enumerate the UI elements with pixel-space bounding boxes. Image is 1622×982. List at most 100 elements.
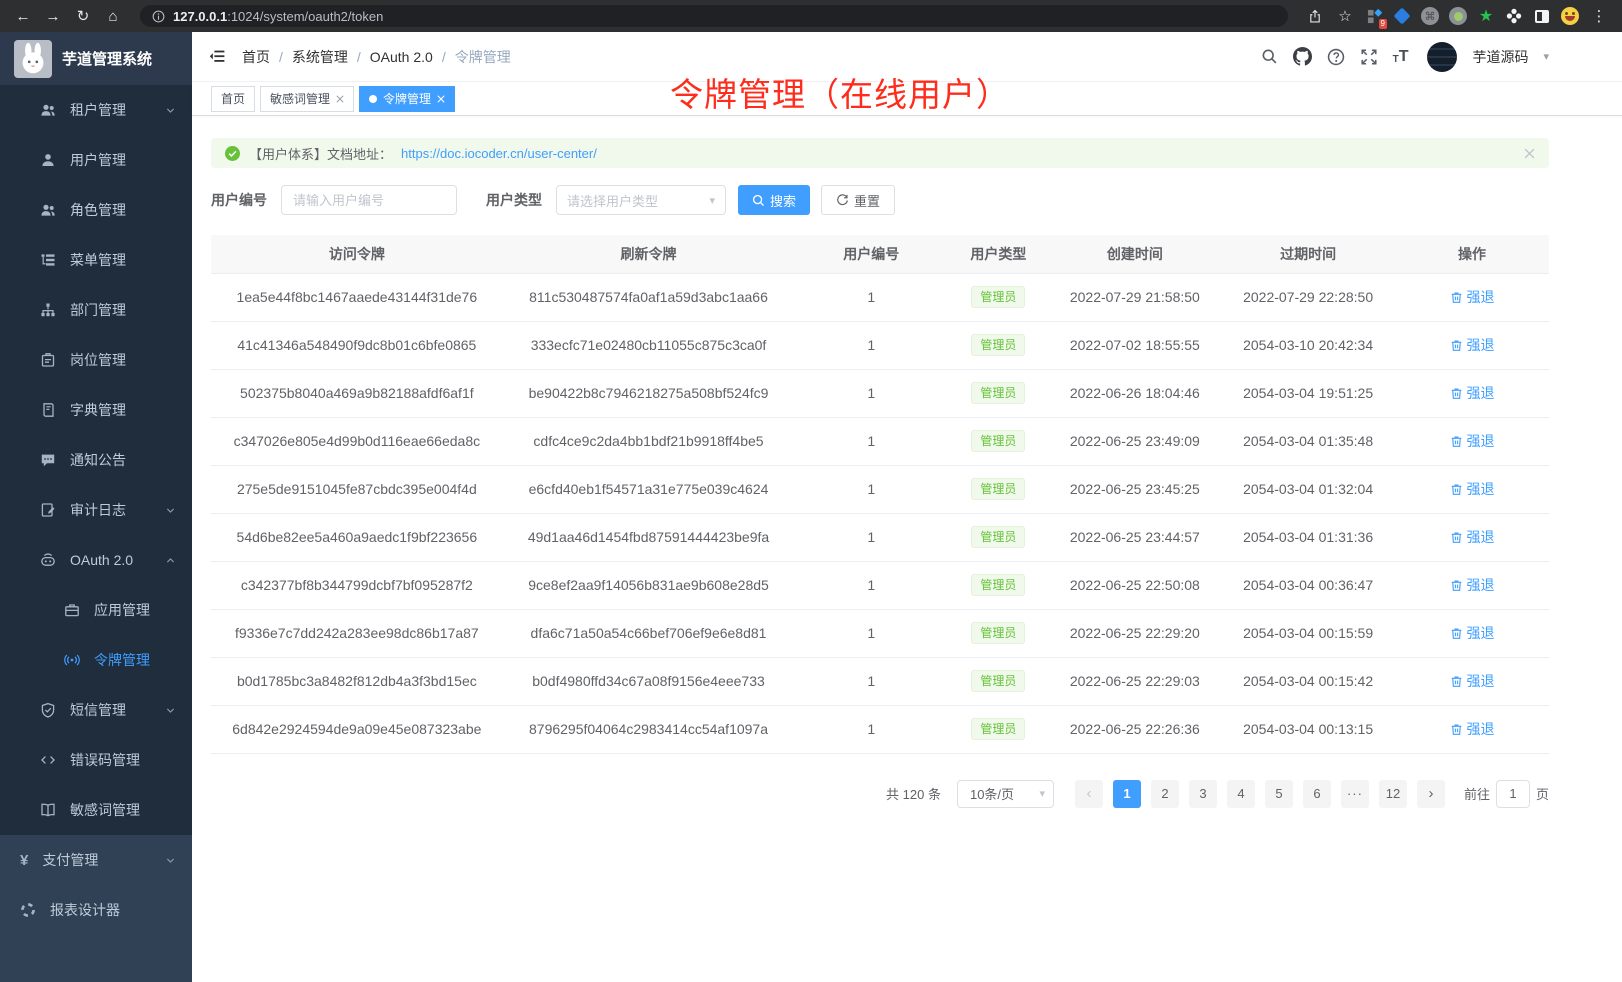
sidebar-item-pay[interactable]: ¥ 支付管理 [0,835,192,885]
force-logout-button[interactable]: 强退 [1450,623,1495,643]
sidebar-item-report[interactable]: 报表设计器 [0,885,192,935]
user-type-badge: 管理员 [971,670,1025,692]
force-logout-button[interactable]: 强退 [1450,671,1495,691]
breadcrumb-home[interactable]: 首页 [242,47,270,67]
table-row: b0d1785bc3a8482f812db4a3f3bd15ec b0df498… [211,657,1549,705]
user-id-cell: 1 [794,465,948,513]
reset-button[interactable]: 重置 [821,185,895,215]
sidebar-item-errcode[interactable]: 错误码管理 [0,735,192,785]
browser-reload-icon[interactable]: ↻ [70,4,96,28]
tab-token-manage[interactable]: 令牌管理 [359,86,455,112]
refresh-token-cell: 9ce8ef2aa9f14056b831ae9b608e28d5 [503,561,795,609]
page-button-4[interactable]: 4 [1227,780,1255,808]
page-unit-label: 页 [1536,784,1549,803]
search-icon[interactable] [1261,48,1278,65]
user-id-cell: 1 [794,369,948,417]
force-logout-button[interactable]: 强退 [1450,431,1495,451]
user-avatar[interactable] [1427,42,1457,72]
close-icon[interactable] [437,95,445,103]
search-button[interactable]: 搜索 [738,185,810,215]
sidebar-item-dept[interactable]: 部门管理 [0,285,192,335]
browser-forward-icon[interactable]: → [40,4,66,28]
star-extension-icon[interactable]: ★ [1474,4,1498,28]
tab-home[interactable]: 首页 [211,86,255,112]
bookmark-star-icon[interactable]: ☆ [1332,4,1358,28]
page-button-5[interactable]: 5 [1265,780,1293,808]
breadcrumb-system[interactable]: 系统管理 [292,47,348,67]
sidebar-item-user[interactable]: 用户管理 [0,135,192,185]
font-size-icon[interactable]: TT [1393,49,1409,65]
user-name[interactable]: 芋道源码 [1472,47,1528,67]
recorder-extension-icon[interactable] [1446,4,1470,28]
user-id-input[interactable] [281,185,457,215]
share-icon[interactable] [1302,4,1328,28]
user-type-cell: 管理员 [948,513,1048,561]
sidebar-item-menu[interactable]: 菜单管理 [0,235,192,285]
browser-back-icon[interactable]: ← [10,4,36,28]
user-type-select[interactable]: 请选择用户类型 ▾ [556,185,726,215]
create-time-cell: 2022-06-25 23:45:25 [1049,465,1222,513]
sidebar-item-tenant[interactable]: 租户管理 [0,85,192,135]
page-button-12[interactable]: 12 [1379,780,1407,808]
sidebar-item-role[interactable]: 角色管理 [0,185,192,235]
page-size-select[interactable]: 10条/页 ▾ [957,780,1054,808]
browser-menu-kebab-icon[interactable]: ⋮ [1586,4,1612,28]
sidebar-item-post[interactable]: 岗位管理 [0,335,192,385]
app-logo[interactable]: 芋道管理系统 [0,32,192,85]
force-logout-button[interactable]: 强退 [1450,383,1495,403]
user-type-cell: 管理员 [948,465,1048,513]
github-icon[interactable] [1293,47,1312,66]
next-page-button[interactable]: › [1417,780,1445,808]
alert-close-icon[interactable] [1524,148,1535,159]
browser-home-icon[interactable]: ⌂ [100,4,126,28]
sidebar-item-notice[interactable]: 通知公告 [0,435,192,485]
sidebar-item-dict[interactable]: 字典管理 [0,385,192,435]
page-button-6[interactable]: 6 [1303,780,1331,808]
sidebar-item-sensitive[interactable]: 敏感词管理 [0,785,192,835]
sidebar-item-sms[interactable]: 短信管理 [0,685,192,735]
sidebar-item-oauth-app[interactable]: 应用管理 [0,585,192,635]
doc-link[interactable]: https://doc.iocoder.cn/user-center/ [401,146,597,161]
force-logout-button[interactable]: 强退 [1450,527,1495,547]
force-logout-button[interactable]: 强退 [1450,719,1495,739]
command-extension-icon[interactable]: ⌘ [1418,4,1442,28]
refresh-token-cell: b0df4980ffd34c67a08f9156e4eee733 [503,657,795,705]
trash-icon [1450,675,1463,688]
access-token-cell: 54d6be82ee5a460a9aedc1f9bf223656 [211,513,503,561]
force-logout-button[interactable]: 强退 [1450,479,1495,499]
site-info-icon[interactable] [152,10,165,23]
close-icon[interactable] [336,95,344,103]
breadcrumb-oauth[interactable]: OAuth 2.0 [370,49,433,65]
tab-sensitive-word[interactable]: 敏感词管理 [260,86,354,112]
page-button-2[interactable]: 2 [1151,780,1179,808]
fullscreen-icon[interactable] [1360,48,1378,66]
pinwheel-extension-icon[interactable] [1502,4,1526,28]
user-type-cell: 管理员 [948,417,1048,465]
sidebar-item-oauth[interactable]: OAuth 2.0 [0,535,192,585]
gem-extension-icon[interactable] [1390,4,1414,28]
profile-emoji-icon[interactable] [1558,4,1582,28]
prev-page-button[interactable]: ‹ [1075,780,1103,808]
refresh-token-cell: 49d1aa46d1454fbd87591444423be9fa [503,513,795,561]
sidebar-toggle-icon[interactable] [1530,4,1554,28]
sidebar-item-audit[interactable]: 审计日志 [0,485,192,535]
goto-label: 前往 [1464,784,1490,803]
chevron-down-icon[interactable]: ▾ [1543,50,1549,63]
sidebar-fold-icon[interactable] [209,48,226,65]
sidebar-item-oauth-token[interactable]: 令牌管理 [0,635,192,685]
expire-time-cell: 2022-07-29 22:28:50 [1221,273,1395,321]
goto-page-input[interactable] [1496,780,1530,808]
extension-blocks-icon[interactable]: 9 [1362,4,1386,28]
action-cell: 强退 [1395,561,1549,609]
address-bar[interactable]: 127.0.0.1:1024/system/oauth2/token [140,5,1288,27]
user-id-cell: 1 [794,513,948,561]
more-pages-icon[interactable]: ··· [1341,780,1369,808]
force-logout-button[interactable]: 强退 [1450,287,1495,307]
force-logout-button[interactable]: 强退 [1450,335,1495,355]
refresh-token-cell: cdfc4ce9c2da4bb1bdf21b9918ff4be5 [503,417,795,465]
force-logout-button[interactable]: 强退 [1450,575,1495,595]
page-button-1[interactable]: 1 [1113,780,1141,808]
help-icon[interactable] [1327,48,1345,66]
table-row: c342377bf8b344799dcbf7bf095287f2 9ce8ef2… [211,561,1549,609]
page-button-3[interactable]: 3 [1189,780,1217,808]
